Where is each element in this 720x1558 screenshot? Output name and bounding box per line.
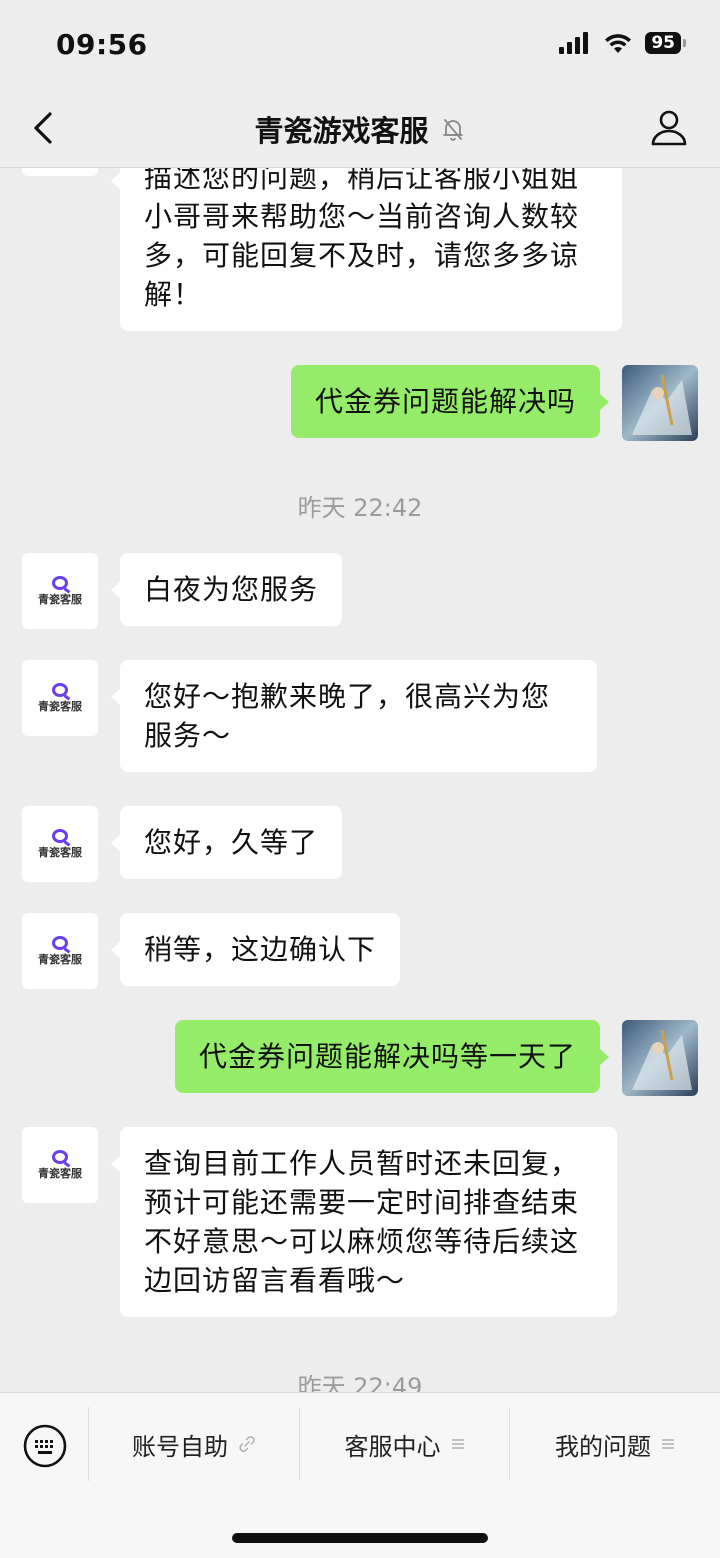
- menu-label: 账号自助: [132, 1432, 228, 1461]
- message-bubble-incoming[interactable]: 描述您的问题，稍后让客服小姐姐小哥哥来帮助您～当前咨询人数较多，可能回复不及时，…: [111, 168, 622, 331]
- wifi-icon: [605, 34, 632, 53]
- menu-label: 客服中心: [344, 1432, 441, 1461]
- timestamp: 昨天 22:42: [297, 494, 423, 522]
- cs-logo-icon: [52, 575, 68, 590]
- cs-avatar[interactable]: 青瓷客服: [22, 806, 98, 882]
- cs-avatar[interactable]: 青瓷客服: [22, 168, 98, 176]
- menu-account-self-service[interactable]: 账号自助: [89, 1407, 299, 1481]
- message-bubble-incoming[interactable]: 查询目前工作人员暂时还未回复，预计可能还需要一定时间排查结束不好意思～可以麻烦您…: [111, 1127, 617, 1317]
- cs-avatar-label: 青瓷客服: [38, 845, 82, 859]
- battery-tip: [683, 39, 686, 47]
- menu-service-center[interactable]: 客服中心: [300, 1407, 509, 1481]
- cs-logo-icon: [52, 935, 68, 950]
- chat-area[interactable]: 青瓷客服 描述您的问题，稍后让客服小姐姐小哥哥来帮助您～当前咨询人数较多，可能回…: [0, 168, 720, 1392]
- keyboard-icon[interactable]: [22, 1423, 68, 1469]
- menu-my-questions[interactable]: 我的问题: [510, 1407, 720, 1481]
- status-icons: 95: [559, 32, 686, 54]
- cs-avatar[interactable]: 青瓷客服: [22, 660, 98, 736]
- cs-avatar[interactable]: 青瓷客服: [22, 913, 98, 989]
- message-bubble-outgoing[interactable]: 代金券问题能解决吗等一天了: [174, 1020, 610, 1093]
- message-bubble-incoming[interactable]: 您好～抱歉来晚了，很高兴为您服务～: [111, 660, 597, 772]
- user-avatar-image: [622, 365, 698, 441]
- message-text: 您好～抱歉来晚了，很高兴为您服务～: [144, 680, 551, 752]
- battery-indicator: 95: [645, 32, 686, 54]
- message-text: 描述您的问题，稍后让客服小姐姐小哥哥来帮助您～当前咨询人数较多，可能回复不及时，…: [144, 168, 580, 311]
- menu-lines-icon: [662, 1439, 674, 1449]
- cs-avatar-label: 青瓷客服: [38, 1166, 82, 1180]
- user-avatar[interactable]: [622, 365, 698, 441]
- timestamp: 昨天 22:49: [297, 1373, 423, 1392]
- cs-logo-icon: [52, 682, 68, 697]
- link-icon: [239, 1436, 255, 1452]
- message-text: 您好，久等了: [144, 826, 319, 859]
- status-bar: 09:56 95: [0, 0, 720, 92]
- message-text: 稍等，这边确认下: [144, 933, 377, 966]
- message-text: 代金券问题能解决吗: [314, 385, 576, 418]
- cs-avatar-label: 青瓷客服: [38, 699, 82, 713]
- cs-logo-icon: [52, 828, 68, 843]
- cs-avatar[interactable]: 青瓷客服: [22, 1127, 98, 1203]
- cs-avatar-label: 青瓷客服: [38, 952, 82, 966]
- home-indicator[interactable]: [232, 1533, 488, 1543]
- menu-lines-icon: [451, 1439, 464, 1449]
- cs-logo-icon: [52, 1149, 68, 1164]
- battery-level: 95: [645, 32, 681, 54]
- message-text: 查询目前工作人员暂时还未回复，预计可能还需要一定时间排查结束不好意思～可以麻烦您…: [144, 1147, 580, 1297]
- menu-label: 我的问题: [555, 1432, 651, 1461]
- user-avatar-image: [622, 1020, 698, 1096]
- cs-avatar[interactable]: 青瓷客服: [22, 553, 98, 629]
- message-bubble-incoming[interactable]: 白夜为您服务: [110, 553, 343, 626]
- message-text: 白夜为您服务: [144, 573, 319, 606]
- nav-bar: 青瓷游戏客服: [0, 92, 720, 168]
- person-icon[interactable]: [648, 106, 690, 148]
- nav-title-wrap: 青瓷游戏客服: [0, 108, 720, 150]
- message-bubble-incoming[interactable]: 您好，久等了: [110, 806, 343, 879]
- cs-avatar-label: 青瓷客服: [38, 592, 82, 606]
- user-avatar[interactable]: [622, 1020, 698, 1096]
- message-bubble-outgoing[interactable]: 代金券问题能解决吗: [290, 365, 610, 438]
- message-text: 代金券问题能解决吗等一天了: [198, 1040, 576, 1073]
- status-time: 09:56: [56, 28, 148, 61]
- bell-slash-icon: [442, 119, 463, 141]
- signal-icon: [559, 32, 589, 54]
- page-title: 青瓷游戏客服: [254, 114, 429, 148]
- message-bubble-incoming[interactable]: 稍等，这边确认下: [110, 913, 401, 986]
